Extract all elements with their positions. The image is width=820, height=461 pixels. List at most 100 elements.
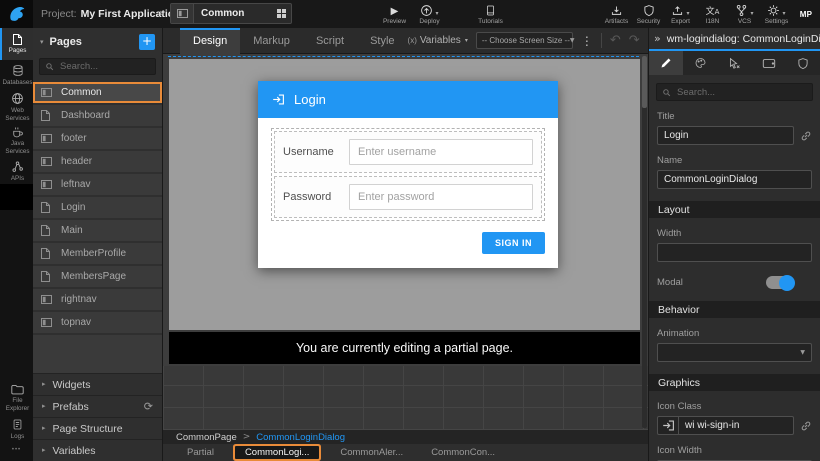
page-item-leftnav[interactable]: leftnav bbox=[33, 174, 162, 195]
page-item-label: rightnav bbox=[61, 294, 97, 305]
page-item-label: MemberProfile bbox=[61, 248, 126, 259]
sign-in-icon bbox=[658, 417, 679, 434]
i18n-button[interactable]: 文AI18N bbox=[698, 0, 727, 28]
tab-script[interactable]: Script bbox=[303, 28, 357, 54]
modal-toggle[interactable] bbox=[766, 276, 794, 289]
vcs-button[interactable]: ▾VCS bbox=[730, 0, 759, 28]
editor-tabs: DesignMarkupScriptStyle bbox=[180, 28, 408, 54]
artifacts-button[interactable]: Artifacts bbox=[602, 0, 631, 28]
section-variables[interactable]: ▸Variables bbox=[33, 439, 162, 461]
button-label: Preview bbox=[383, 18, 406, 25]
width-prop-input[interactable] bbox=[657, 243, 812, 262]
tutorials-button[interactable]: Tutorials bbox=[476, 0, 505, 28]
animation-select[interactable]: ▼ bbox=[657, 343, 812, 362]
graphics-section-header[interactable]: Graphics bbox=[649, 374, 820, 391]
width-prop-label: Width bbox=[657, 228, 812, 239]
sign-in-button[interactable]: SIGN IN bbox=[482, 232, 545, 254]
breadcrumb-current[interactable]: CommonLoginDialog bbox=[256, 432, 345, 443]
name-prop-input[interactable] bbox=[657, 170, 812, 189]
user-avatar[interactable]: MP bbox=[796, 4, 816, 24]
pages-search-input[interactable] bbox=[58, 60, 150, 73]
inspector-tab-cursor-x[interactable] bbox=[717, 51, 751, 75]
page-item-label: MembersPage bbox=[61, 271, 126, 282]
bottom-tab-commonaler[interactable]: CommonAler... bbox=[326, 444, 417, 461]
tab-design[interactable]: Design bbox=[180, 28, 240, 54]
section-prefabs[interactable]: ▸Prefabs⟳ bbox=[33, 395, 162, 417]
page-item-label: leftnav bbox=[61, 179, 90, 190]
wavemaker-studio: Project:My First Application › Common ▶P… bbox=[0, 0, 820, 461]
section-widgets[interactable]: ▸Widgets bbox=[33, 373, 162, 395]
rail-item-apis[interactable]: APIs bbox=[0, 158, 33, 184]
palette-icon bbox=[694, 57, 707, 69]
section-page-structure[interactable]: ▸Page Structure bbox=[33, 417, 162, 439]
page-item-label: header bbox=[61, 156, 92, 167]
page-item-header[interactable]: header bbox=[33, 151, 162, 172]
page-item-rightnav[interactable]: rightnav bbox=[33, 289, 162, 310]
breadcrumb-parent[interactable]: CommonPage bbox=[176, 432, 237, 443]
icon-class-input[interactable] bbox=[679, 420, 793, 431]
page-item-topnav[interactable]: topnav bbox=[33, 312, 162, 333]
page-icon bbox=[41, 202, 53, 213]
bottom-tab-partial[interactable]: Partial bbox=[173, 444, 228, 461]
bottom-tab-commoncon[interactable]: CommonCon... bbox=[417, 444, 509, 461]
variables-button[interactable]: (x) Variables ▾ bbox=[408, 35, 468, 46]
breadcrumb: CommonPage > CommonLoginDialog bbox=[163, 430, 648, 444]
button-label: VCS bbox=[738, 18, 751, 25]
page-item-footer[interactable]: footer bbox=[33, 128, 162, 149]
preview-button[interactable]: ▶Preview bbox=[380, 0, 409, 28]
page-item-common[interactable]: Common bbox=[33, 82, 162, 103]
field-label: Username bbox=[283, 146, 341, 158]
properties-search-input[interactable] bbox=[675, 86, 807, 99]
redo-button[interactable]: ↷ bbox=[629, 34, 640, 47]
pages-sections: ▸Widgets▸Prefabs⟳▸Page Structure▸Variabl… bbox=[33, 373, 162, 461]
rail-item-file-explorer[interactable]: File Explorer bbox=[0, 381, 33, 415]
tab-style[interactable]: Style bbox=[357, 28, 407, 54]
pages-panel-header[interactable]: ▾ Pages + bbox=[33, 28, 162, 54]
layout-section-header[interactable]: Layout bbox=[649, 201, 820, 218]
screen-size-select[interactable]: -- Choose Screen Size -- ▼ bbox=[476, 32, 573, 49]
dialog-header[interactable]: Login bbox=[258, 81, 558, 118]
button-label: Security bbox=[637, 18, 660, 25]
export-button[interactable]: ▾Export bbox=[666, 0, 695, 28]
inspector-tab-pencil[interactable] bbox=[649, 51, 683, 75]
inspector-tab-device[interactable] bbox=[752, 51, 786, 75]
rail-item-java-services[interactable]: Java Services bbox=[0, 124, 33, 158]
design-canvas[interactable]: Login UsernamePassword SIGN IN bbox=[169, 59, 640, 330]
login-dialog-widget[interactable]: Login UsernamePassword SIGN IN bbox=[258, 81, 558, 268]
bind-icon-class-button[interactable] bbox=[800, 420, 812, 432]
title-prop-input[interactable] bbox=[657, 126, 794, 145]
username-input[interactable] bbox=[349, 139, 533, 165]
tab-markup[interactable]: Markup bbox=[240, 28, 303, 54]
scrollbar-thumb[interactable] bbox=[642, 56, 647, 108]
page-item-dashboard[interactable]: Dashboard bbox=[33, 105, 162, 126]
collapse-panel-button[interactable]: » bbox=[654, 32, 661, 45]
page-item-memberprofile[interactable]: MemberProfile bbox=[33, 243, 162, 264]
undo-button[interactable]: ↶ bbox=[610, 34, 621, 47]
settings-button[interactable]: ▾Settings bbox=[762, 0, 791, 28]
rail-item-logs[interactable]: Logs bbox=[0, 415, 33, 443]
add-page-button[interactable]: + bbox=[139, 34, 155, 50]
rail-item-web-services[interactable]: Web Services bbox=[0, 90, 33, 124]
editor-toolbar-right: (x) Variables ▾ -- Choose Screen Size --… bbox=[408, 32, 666, 49]
properties-search bbox=[656, 83, 813, 101]
rail-overflow-button[interactable]: ••• bbox=[0, 443, 33, 461]
behavior-section-header[interactable]: Behavior bbox=[649, 301, 820, 318]
refresh-icon[interactable]: ⟳ bbox=[144, 401, 153, 413]
editor-area: DesignMarkupScriptStyle (x) Variables ▾ … bbox=[163, 28, 648, 461]
deploy-button[interactable]: ▾Deploy bbox=[415, 0, 444, 28]
select-arrow-icon: ▼ bbox=[800, 349, 805, 356]
page-item-memberspage[interactable]: MembersPage bbox=[33, 266, 162, 287]
page-selector[interactable]: Common bbox=[170, 3, 292, 24]
page-item-login[interactable]: Login bbox=[33, 197, 162, 218]
rail-item-pages[interactable]: Pages bbox=[0, 28, 33, 60]
more-button[interactable]: ⋮ bbox=[581, 35, 593, 47]
inspector-tab-palette[interactable] bbox=[683, 51, 717, 75]
security-button[interactable]: Security bbox=[634, 0, 663, 28]
inspector-tab-shield[interactable] bbox=[786, 51, 820, 75]
app-logo[interactable] bbox=[0, 0, 33, 28]
password-input[interactable] bbox=[349, 184, 533, 210]
rail-item-databases[interactable]: Databases bbox=[0, 60, 33, 90]
bind-title-button[interactable] bbox=[800, 130, 812, 142]
page-item-main[interactable]: Main bbox=[33, 220, 162, 241]
bottom-tab-commonlogi[interactable]: CommonLogi... bbox=[235, 446, 319, 459]
